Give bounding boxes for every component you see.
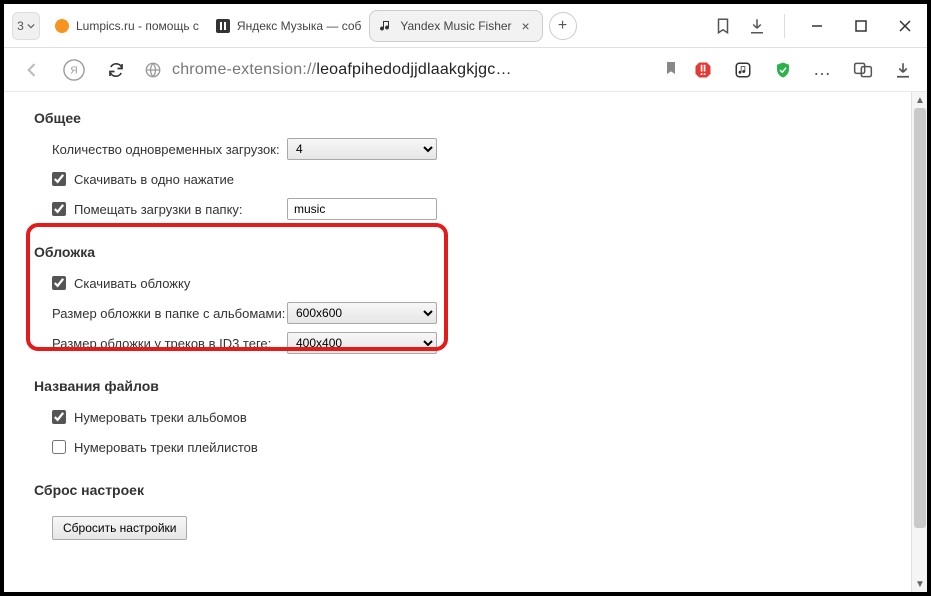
id3-cover-size-label: Размер обложки у треков в ID3 теге: (52, 336, 287, 351)
titlebar-controls (706, 4, 927, 47)
pause-icon (215, 18, 231, 34)
close-icon[interactable]: × (518, 18, 534, 34)
tab-lumpics[interactable]: Lumpics.ru - помощь с (46, 10, 207, 42)
window-close-button[interactable] (883, 4, 927, 47)
section-reset: Сброс настроек Сбросить настройки (34, 482, 907, 540)
translate-icon[interactable] (853, 60, 873, 80)
url-rest: leoafpihedodjjdlaakgkjgc… (316, 61, 511, 78)
url-text: chrome-extension://leoafpihedodjjdlaakgk… (172, 61, 512, 79)
row-one-click: Скачивать в одно нажатие (52, 168, 907, 190)
music-note-icon (378, 18, 394, 34)
url-box[interactable]: chrome-extension://leoafpihedodjjdlaakgk… (144, 54, 679, 86)
bookmark-filled-icon[interactable] (663, 60, 679, 79)
bookmark-outline-icon[interactable] (706, 4, 740, 47)
reset-button[interactable]: Сбросить настройки (52, 516, 187, 540)
reload-button[interactable] (102, 56, 130, 84)
scroll-up-arrow[interactable]: ▲ (912, 92, 927, 108)
settings-content: Общее Количество одновременных загрузок:… (4, 92, 927, 592)
scroll-down-arrow[interactable]: ▼ (912, 576, 927, 592)
tab-label: Yandex Music Fisher (400, 19, 511, 33)
more-icon[interactable]: … (813, 60, 833, 80)
row-album-cover-size: Размер обложки в папке с альбомами: 600x… (52, 302, 907, 324)
url-scheme: chrome-extension:// (172, 61, 316, 78)
album-cover-size-label: Размер обложки в папке с альбомами: (52, 306, 287, 321)
orange-circle-icon (54, 18, 70, 34)
concurrent-downloads-label: Количество одновременных загрузок: (52, 142, 287, 157)
section-title-general: Общее (34, 110, 907, 126)
section-title-reset: Сброс настроек (34, 482, 907, 498)
download-cover-label: Скачивать обложку (74, 276, 190, 291)
tab-yandex-fisher[interactable]: Yandex Music Fisher × (369, 10, 542, 42)
music-extension-icon[interactable] (733, 60, 753, 80)
svg-text:Я: Я (70, 65, 77, 76)
number-albums-checkbox[interactable] (52, 410, 66, 424)
download-arrow-icon[interactable] (893, 60, 913, 80)
tab-label: Lumpics.ru - помощь с (76, 19, 199, 33)
one-click-checkbox[interactable] (52, 172, 66, 186)
vertical-scrollbar[interactable]: ▲ ▼ (911, 92, 927, 592)
back-button[interactable] (18, 56, 46, 84)
row-folder: Помещать загрузки в папку: (52, 198, 907, 220)
download-cover-checkbox[interactable] (52, 276, 66, 290)
row-id3-cover-size: Размер обложки у треков в ID3 теге: 400x… (52, 332, 907, 354)
addressbar: Я chrome-extension://leoafpihedodjjdlaak… (4, 48, 927, 92)
adblock-icon[interactable] (693, 60, 713, 80)
download-icon[interactable] (740, 4, 774, 47)
number-playlists-checkbox[interactable] (52, 440, 66, 454)
row-number-playlists: Нумеровать треки плейлистов (52, 436, 907, 458)
addressbar-right: … (693, 60, 913, 80)
concurrent-downloads-select[interactable]: 4 (287, 138, 437, 160)
album-cover-size-select[interactable]: 600x600 (287, 302, 437, 324)
row-download-cover: Скачивать обложку (52, 272, 907, 294)
pinned-tabs-counter[interactable]: 3 (12, 12, 40, 40)
titlebar: 3 Lumpics.ru - помощь с Яндекс Музыка — … (4, 4, 927, 48)
window-minimize-button[interactable] (795, 4, 839, 47)
id3-cover-size-select[interactable]: 400x400 (287, 332, 437, 354)
tab-yandex-music[interactable]: Яндекс Музыка — соб (207, 10, 369, 42)
row-concurrent-downloads: Количество одновременных загрузок: 4 (52, 138, 907, 160)
divider (784, 14, 785, 38)
number-albums-label: Нумеровать треки альбомов (74, 410, 247, 425)
tabbar: 3 Lumpics.ru - помощь с Яндекс Музыка — … (4, 4, 706, 47)
scrollbar-thumb[interactable] (914, 108, 926, 528)
section-general: Общее Количество одновременных загрузок:… (34, 110, 907, 220)
folder-label: Помещать загрузки в папку: (74, 202, 287, 217)
yandex-home-button[interactable]: Я (60, 56, 88, 84)
folder-input[interactable] (287, 198, 437, 220)
section-cover: Обложка Скачивать обложку Размер обложки… (34, 244, 907, 354)
folder-checkbox[interactable] (52, 202, 66, 216)
section-title-cover: Обложка (34, 244, 907, 260)
section-filenames: Названия файлов Нумеровать треки альбомо… (34, 378, 907, 458)
shield-icon[interactable] (773, 60, 793, 80)
row-number-albums: Нумеровать треки альбомов (52, 406, 907, 428)
globe-icon (144, 61, 162, 79)
section-title-filenames: Названия файлов (34, 378, 907, 394)
window-maximize-button[interactable] (839, 4, 883, 47)
one-click-label: Скачивать в одно нажатие (74, 172, 234, 187)
tab-label: Яндекс Музыка — соб (237, 19, 361, 33)
number-playlists-label: Нумеровать треки плейлистов (74, 440, 258, 455)
pinned-count: 3 (17, 19, 24, 33)
add-tab-button[interactable]: + (549, 12, 577, 40)
